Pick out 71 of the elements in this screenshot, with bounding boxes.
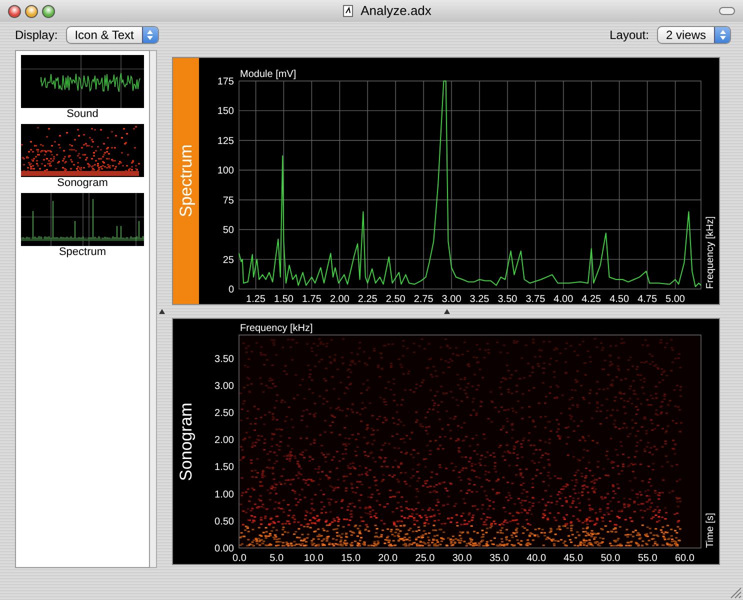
stepper-arrows-icon bbox=[146, 29, 154, 41]
x-tick-label: 2.50 bbox=[386, 294, 406, 304]
y-tick-label: 25 bbox=[222, 254, 234, 266]
x-tick-label: 4.25 bbox=[582, 294, 602, 304]
y-tick-label: 175 bbox=[217, 76, 234, 88]
y-tick-label: 0.00 bbox=[214, 544, 234, 554]
x-tick-label: 20.0 bbox=[378, 553, 398, 564]
view-title: Spectrum bbox=[175, 144, 196, 218]
y-tick-label: 3.00 bbox=[214, 380, 234, 392]
minimize-button[interactable] bbox=[25, 4, 38, 18]
y-tick-label: 2.00 bbox=[214, 435, 234, 446]
view-title: Sonogram bbox=[175, 402, 196, 481]
x-tick-label: 60.0 bbox=[674, 553, 694, 564]
y-tick-label: 50 bbox=[222, 225, 234, 236]
x-tick-label: 1.25 bbox=[246, 294, 266, 304]
stepper-arrows-icon bbox=[718, 29, 726, 41]
x-tick-label: 25.0 bbox=[415, 553, 435, 564]
document-icon bbox=[342, 5, 353, 17]
x-tick-label: 1.50 bbox=[274, 294, 294, 304]
layout-popup[interactable]: 2 views bbox=[656, 26, 731, 44]
spectrum-view[interactable]: Spectrum 1.25 1.50 1.75 2.00 2.25 2.50 2.75 3.00 3.25 3.50 3.75 4.00 4.25 4.50 4.75 5.00 0 25 50 75 100 125 150 175 Module [mV] Frequency [kHz] bbox=[172, 57, 720, 305]
splitter-handle-icon[interactable] bbox=[444, 309, 450, 314]
x-tick-label: 15.0 bbox=[341, 553, 361, 564]
y-tick-label: 75 bbox=[222, 195, 234, 206]
y-tick-label: 1.50 bbox=[214, 462, 234, 474]
x-tick-label: 50.0 bbox=[600, 553, 620, 564]
y-tick-label: 150 bbox=[217, 106, 234, 118]
y-tick-label: 125 bbox=[217, 136, 234, 147]
x-tick-label: 4.00 bbox=[554, 294, 574, 304]
x-tick-label: 55.0 bbox=[638, 553, 658, 564]
x-tick-label: 40.0 bbox=[526, 553, 546, 564]
y-tick-label: 100 bbox=[217, 166, 234, 177]
x-tick-label: 3.00 bbox=[442, 294, 462, 304]
y-tick-label: 1.00 bbox=[214, 489, 234, 500]
y-tick-label: 0 bbox=[228, 284, 234, 296]
y-tick-label: 2.50 bbox=[214, 408, 234, 419]
x-tick-label: 2.00 bbox=[330, 294, 350, 304]
layout-label: Layout: bbox=[610, 27, 649, 44]
x-tick-label: 4.50 bbox=[610, 294, 630, 304]
x-tick-label: 10.0 bbox=[304, 553, 324, 564]
display-popup[interactable]: Icon & Text bbox=[66, 26, 159, 44]
x-tick-label: 1.75 bbox=[302, 294, 322, 304]
sonogram-view[interactable]: Sonogram 3.50 3.00 2.50 2.00 1.50 1.00 0.50 0.00 0.0 5.0 10.0 15.0 20.0 25.0 30.0 35.0 40.0 45.0 50.0 55.0 60.0 Frequency [kHz] Time [s] bbox=[172, 318, 720, 565]
x-tick-label: 30.0 bbox=[452, 553, 472, 564]
y-tick-label: 3.50 bbox=[214, 354, 234, 365]
splitter-handle-icon[interactable] bbox=[159, 309, 165, 314]
sidebar-item[interactable]: Sound bbox=[19, 55, 146, 120]
x-tick-label: 3.50 bbox=[498, 294, 518, 304]
x-tick-label: 45.0 bbox=[564, 553, 584, 564]
x-tick-label: 4.75 bbox=[638, 294, 658, 304]
x-axis-title: Frequency [kHz] bbox=[705, 216, 716, 289]
x-tick-label: 5.00 bbox=[666, 294, 685, 304]
x-tick-label: 5.0 bbox=[270, 553, 284, 564]
y-axis-title: Frequency [kHz] bbox=[240, 323, 313, 334]
sidebar-item[interactable]: Spectrum bbox=[19, 193, 146, 258]
display-label: Display: bbox=[15, 27, 58, 44]
zoom-button[interactable] bbox=[42, 4, 55, 18]
window-title: Analyze.adx bbox=[360, 2, 432, 20]
x-tick-label: 35.0 bbox=[489, 553, 509, 564]
close-button[interactable] bbox=[8, 4, 21, 18]
sidebar-item[interactable]: Sonogram bbox=[19, 124, 146, 189]
x-tick-label: 0.0 bbox=[232, 553, 246, 564]
x-axis-title: Time [s] bbox=[705, 512, 716, 548]
resize-grip-icon[interactable] bbox=[730, 587, 742, 599]
x-tick-label: 3.25 bbox=[470, 294, 490, 304]
x-tick-label: 2.25 bbox=[358, 294, 378, 304]
x-tick-label: 3.75 bbox=[526, 294, 546, 304]
x-tick-label: 2.75 bbox=[414, 294, 434, 304]
y-axis-title: Module [mV] bbox=[240, 69, 296, 80]
toolbar-toggle-button[interactable] bbox=[719, 7, 735, 15]
y-tick-label: 0.50 bbox=[214, 516, 234, 528]
